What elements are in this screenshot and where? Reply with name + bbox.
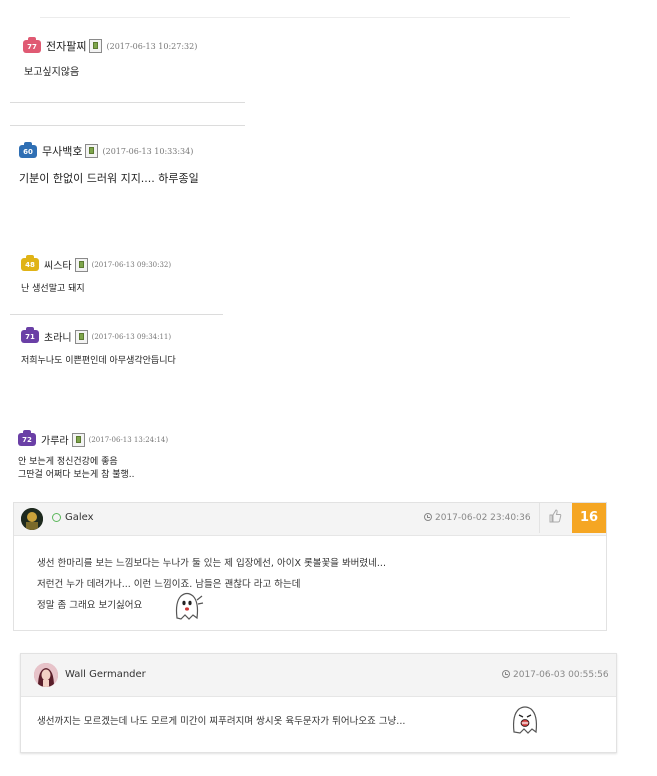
timestamp: (2017-06-13 09:34:11): [91, 332, 172, 341]
ghost-emoticon: [512, 706, 538, 734]
avatar-image: [34, 663, 58, 687]
reply-author[interactable]: Galex: [65, 512, 94, 523]
nickname[interactable]: 가루라: [41, 432, 69, 447]
ghost-emoticon: [175, 592, 204, 620]
divider: [40, 17, 570, 18]
comment-header: 48 씨스타 (2017-06-13 09:30:32): [21, 255, 172, 272]
reply-date: 2017-06-02 23:40:36: [424, 513, 531, 523]
nickname[interactable]: 씨스타: [44, 257, 72, 272]
reply-author[interactable]: Wall Germander: [65, 669, 146, 680]
online-status-icon: [52, 513, 61, 522]
level-badge-icon: 60: [19, 141, 37, 158]
avatar[interactable]: [34, 663, 58, 687]
level-badge-icon: 72: [18, 430, 36, 446]
reply-text-line: 저런건 누가 데려가나... 이런 느낌이죠. 남들은 괜찮다 라고 하는데: [37, 579, 301, 590]
reply-text: 생선까지는 모르겠는데 나도 모르게 미간이 찌푸려지며 쌍시옷 육두문자가 튀…: [37, 716, 406, 727]
nickname[interactable]: 초라니: [44, 329, 72, 344]
avatar-image: [21, 508, 43, 530]
thumbs-up-icon: [549, 509, 562, 523]
reply-box: Galex 2017-06-02 23:40:36 16 생선 한마리를 보는 …: [13, 502, 607, 631]
level-badge-icon: 77: [23, 36, 41, 53]
mobile-phone-icon: [89, 39, 103, 53]
timestamp: (2017-06-13 10:27:32): [106, 41, 198, 51]
comment-text-line: 그딴걸 어쩌다 보는게 참 불행..: [18, 470, 135, 480]
timestamp: (2017-06-13 10:33:34): [102, 146, 194, 156]
reply-date-text: 2017-06-02 23:40:36: [435, 513, 531, 523]
reply-text-line: 생선 한마리를 보는 느낌보다는 누나가 둘 있는 제 입장에선, 아이X 롯볼…: [37, 558, 386, 569]
divider: [10, 102, 245, 103]
comment-text: 기분이 한없이 드러워 지지.... 하루종일: [19, 172, 199, 185]
mobile-phone-icon: [74, 257, 88, 272]
mobile-phone-icon: [85, 144, 99, 158]
comment-header: 60 무사백호 (2017-06-13 10:33:34): [19, 141, 194, 159]
mobile-phone-icon: [74, 329, 88, 344]
reply-date: 2017-06-03 00:55:56: [502, 670, 609, 680]
comment-text-line: 안 보는게 정신건강에 좋음: [18, 457, 118, 467]
clock-icon: [502, 670, 510, 678]
reply-text: 생선 한마리를 보는 느낌보다는 누나가 둘 있는 제 입장에선, 아이X 롯볼…: [37, 553, 386, 616]
level-badge-icon: 48: [21, 255, 39, 271]
reply-date-text: 2017-06-03 00:55:56: [513, 670, 609, 680]
mobile-phone-icon: [71, 432, 85, 447]
timestamp: (2017-06-13 09:30:32): [91, 260, 172, 269]
divider: [10, 314, 223, 315]
comment-text: 안 보는게 정신건강에 좋음 그딴걸 어쩌다 보는게 참 불행..: [18, 456, 135, 482]
avatar[interactable]: [21, 508, 43, 530]
comment-text: 난 생선말고 돼지: [21, 284, 85, 294]
level-badge-icon: 71: [21, 327, 39, 343]
reply-box: Wall Germander 2017-06-03 00:55:56 생선까지는…: [20, 653, 617, 753]
clock-icon: [424, 513, 432, 521]
comment-text: 보고싶지않음: [24, 67, 80, 78]
nickname[interactable]: 무사백호: [42, 143, 82, 159]
timestamp: (2017-06-13 13:24:14): [88, 435, 169, 444]
like-count: 16: [572, 503, 606, 533]
comment-header: 77 전자팔찌 (2017-06-13 10:27:32): [23, 36, 198, 54]
comment-header: 71 초라니 (2017-06-13 09:34:11): [21, 327, 172, 344]
divider: [10, 125, 245, 126]
like-button[interactable]: [539, 503, 570, 533]
comment-text: 저희누나도 이쁜편인데 아무생각안듭니다: [21, 356, 176, 366]
comment-header: 72 가루라 (2017-06-13 13:24:14): [18, 430, 169, 447]
reply-text-line: 정말 좀 그래요 보기싫어요: [37, 600, 143, 611]
nickname[interactable]: 전자팔찌: [46, 38, 86, 54]
